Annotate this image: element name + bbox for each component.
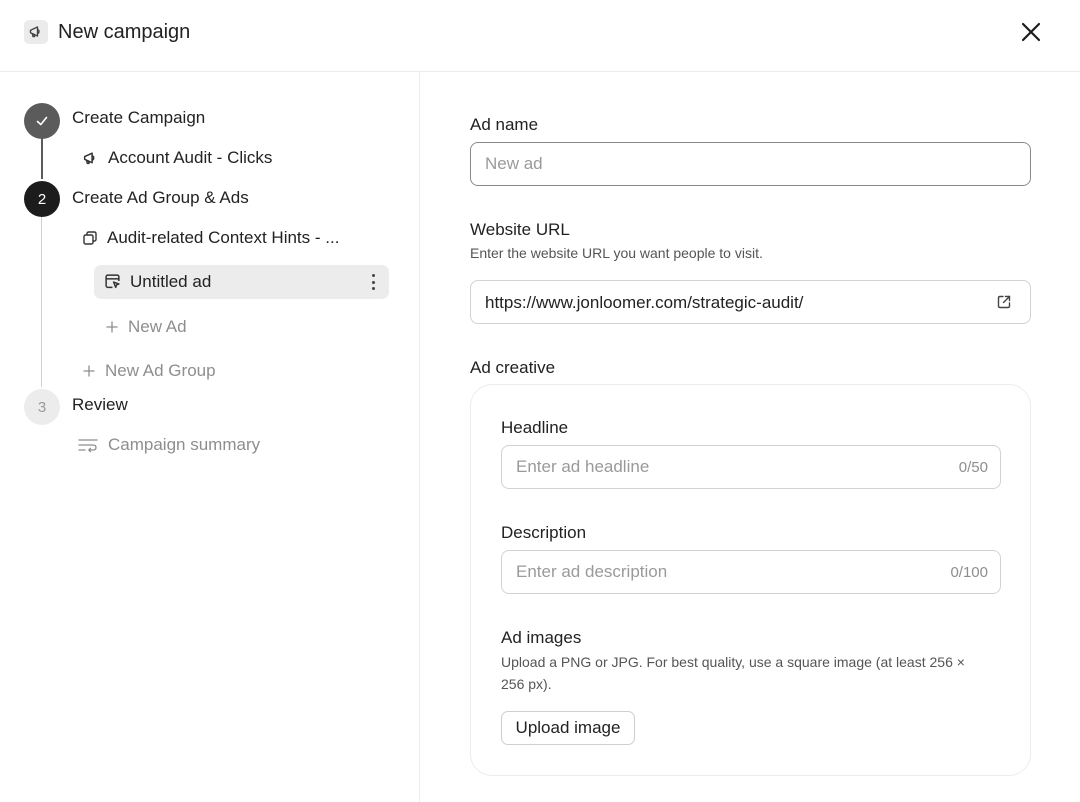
more-options-icon[interactable] bbox=[367, 272, 379, 292]
megaphone-icon bbox=[24, 20, 48, 44]
ad-name-input[interactable] bbox=[470, 142, 1031, 186]
step-number: 3 bbox=[37, 398, 47, 416]
ad-form: Ad name Website URL Enter the website UR… bbox=[420, 72, 1080, 802]
plus-icon bbox=[83, 365, 95, 377]
page-title: New campaign bbox=[58, 21, 191, 43]
website-url-label: Website URL bbox=[470, 220, 570, 239]
new-ad-button[interactable]: New Ad bbox=[105, 316, 187, 338]
ad-cursor-icon bbox=[105, 274, 120, 289]
step-2-indicator: 2 bbox=[24, 181, 60, 217]
website-url-help: Enter the website URL you want people to… bbox=[470, 245, 763, 261]
headline-counter: 0/50 bbox=[958, 459, 988, 476]
ad-creative-label: Ad creative bbox=[470, 358, 556, 377]
description-input[interactable] bbox=[501, 550, 1001, 594]
tree-item-label: Account Audit - Clicks bbox=[108, 148, 273, 167]
tree-item-selected-ad[interactable]: Untitled ad bbox=[94, 265, 389, 299]
external-link-icon[interactable] bbox=[996, 294, 1012, 310]
step-1-indicator bbox=[24, 103, 60, 139]
tree-item-label: Untitled ad bbox=[130, 272, 212, 291]
headline-input[interactable] bbox=[501, 445, 1001, 489]
description-counter: 0/100 bbox=[950, 564, 988, 581]
megaphone-icon bbox=[83, 151, 95, 164]
headline-label: Headline bbox=[501, 418, 569, 437]
step-connector bbox=[41, 137, 43, 179]
ad-creative-card: Headline 0/50 Description 0/100 Ad image… bbox=[470, 384, 1031, 776]
website-url-input[interactable]: https://www.jonloomer.com/strategic-audi… bbox=[470, 280, 1031, 324]
tree-item-label: Audit-related Context Hints - ... bbox=[107, 228, 340, 247]
ad-name-label: Ad name bbox=[470, 115, 539, 134]
website-url-value: https://www.jonloomer.com/strategic-audi… bbox=[485, 293, 804, 312]
new-ad-label: New Ad bbox=[128, 317, 187, 336]
step-2-label[interactable]: Create Ad Group & Ads bbox=[72, 187, 249, 209]
step-number: 2 bbox=[37, 190, 47, 208]
campaign-steps-sidebar: Create Campaign Account Audit - Clicks 2… bbox=[0, 72, 420, 802]
upload-image-button[interactable]: Upload image bbox=[501, 711, 635, 745]
tree-item-campaign[interactable]: Account Audit - Clicks bbox=[82, 147, 272, 169]
close-button[interactable] bbox=[1016, 17, 1046, 47]
description-label: Description bbox=[501, 523, 587, 542]
tree-item-ad-group[interactable]: Audit-related Context Hints - ... bbox=[82, 227, 339, 249]
modal-header: New campaign bbox=[0, 0, 1080, 72]
new-ad-group-label: New Ad Group bbox=[105, 361, 216, 380]
stack-icon bbox=[83, 231, 97, 245]
new-ad-group-button[interactable]: New Ad Group bbox=[82, 360, 216, 382]
tree-item-label: Campaign summary bbox=[108, 435, 261, 454]
step-1-label[interactable]: Create Campaign bbox=[72, 107, 205, 129]
step-connector bbox=[41, 217, 42, 387]
step-3-label[interactable]: Review bbox=[72, 394, 128, 416]
ad-images-label: Ad images bbox=[501, 628, 582, 647]
check-icon bbox=[36, 116, 48, 126]
list-wrap-icon bbox=[78, 439, 98, 453]
ad-images-help-line-1: Upload a PNG or JPG. For best quality, u… bbox=[501, 654, 965, 670]
close-icon bbox=[1021, 22, 1041, 42]
step-3-indicator: 3 bbox=[24, 389, 60, 425]
tree-item-summary[interactable]: Campaign summary bbox=[77, 434, 260, 456]
plus-icon bbox=[106, 321, 118, 333]
ad-images-help-line-2: 256 px). bbox=[501, 676, 552, 692]
